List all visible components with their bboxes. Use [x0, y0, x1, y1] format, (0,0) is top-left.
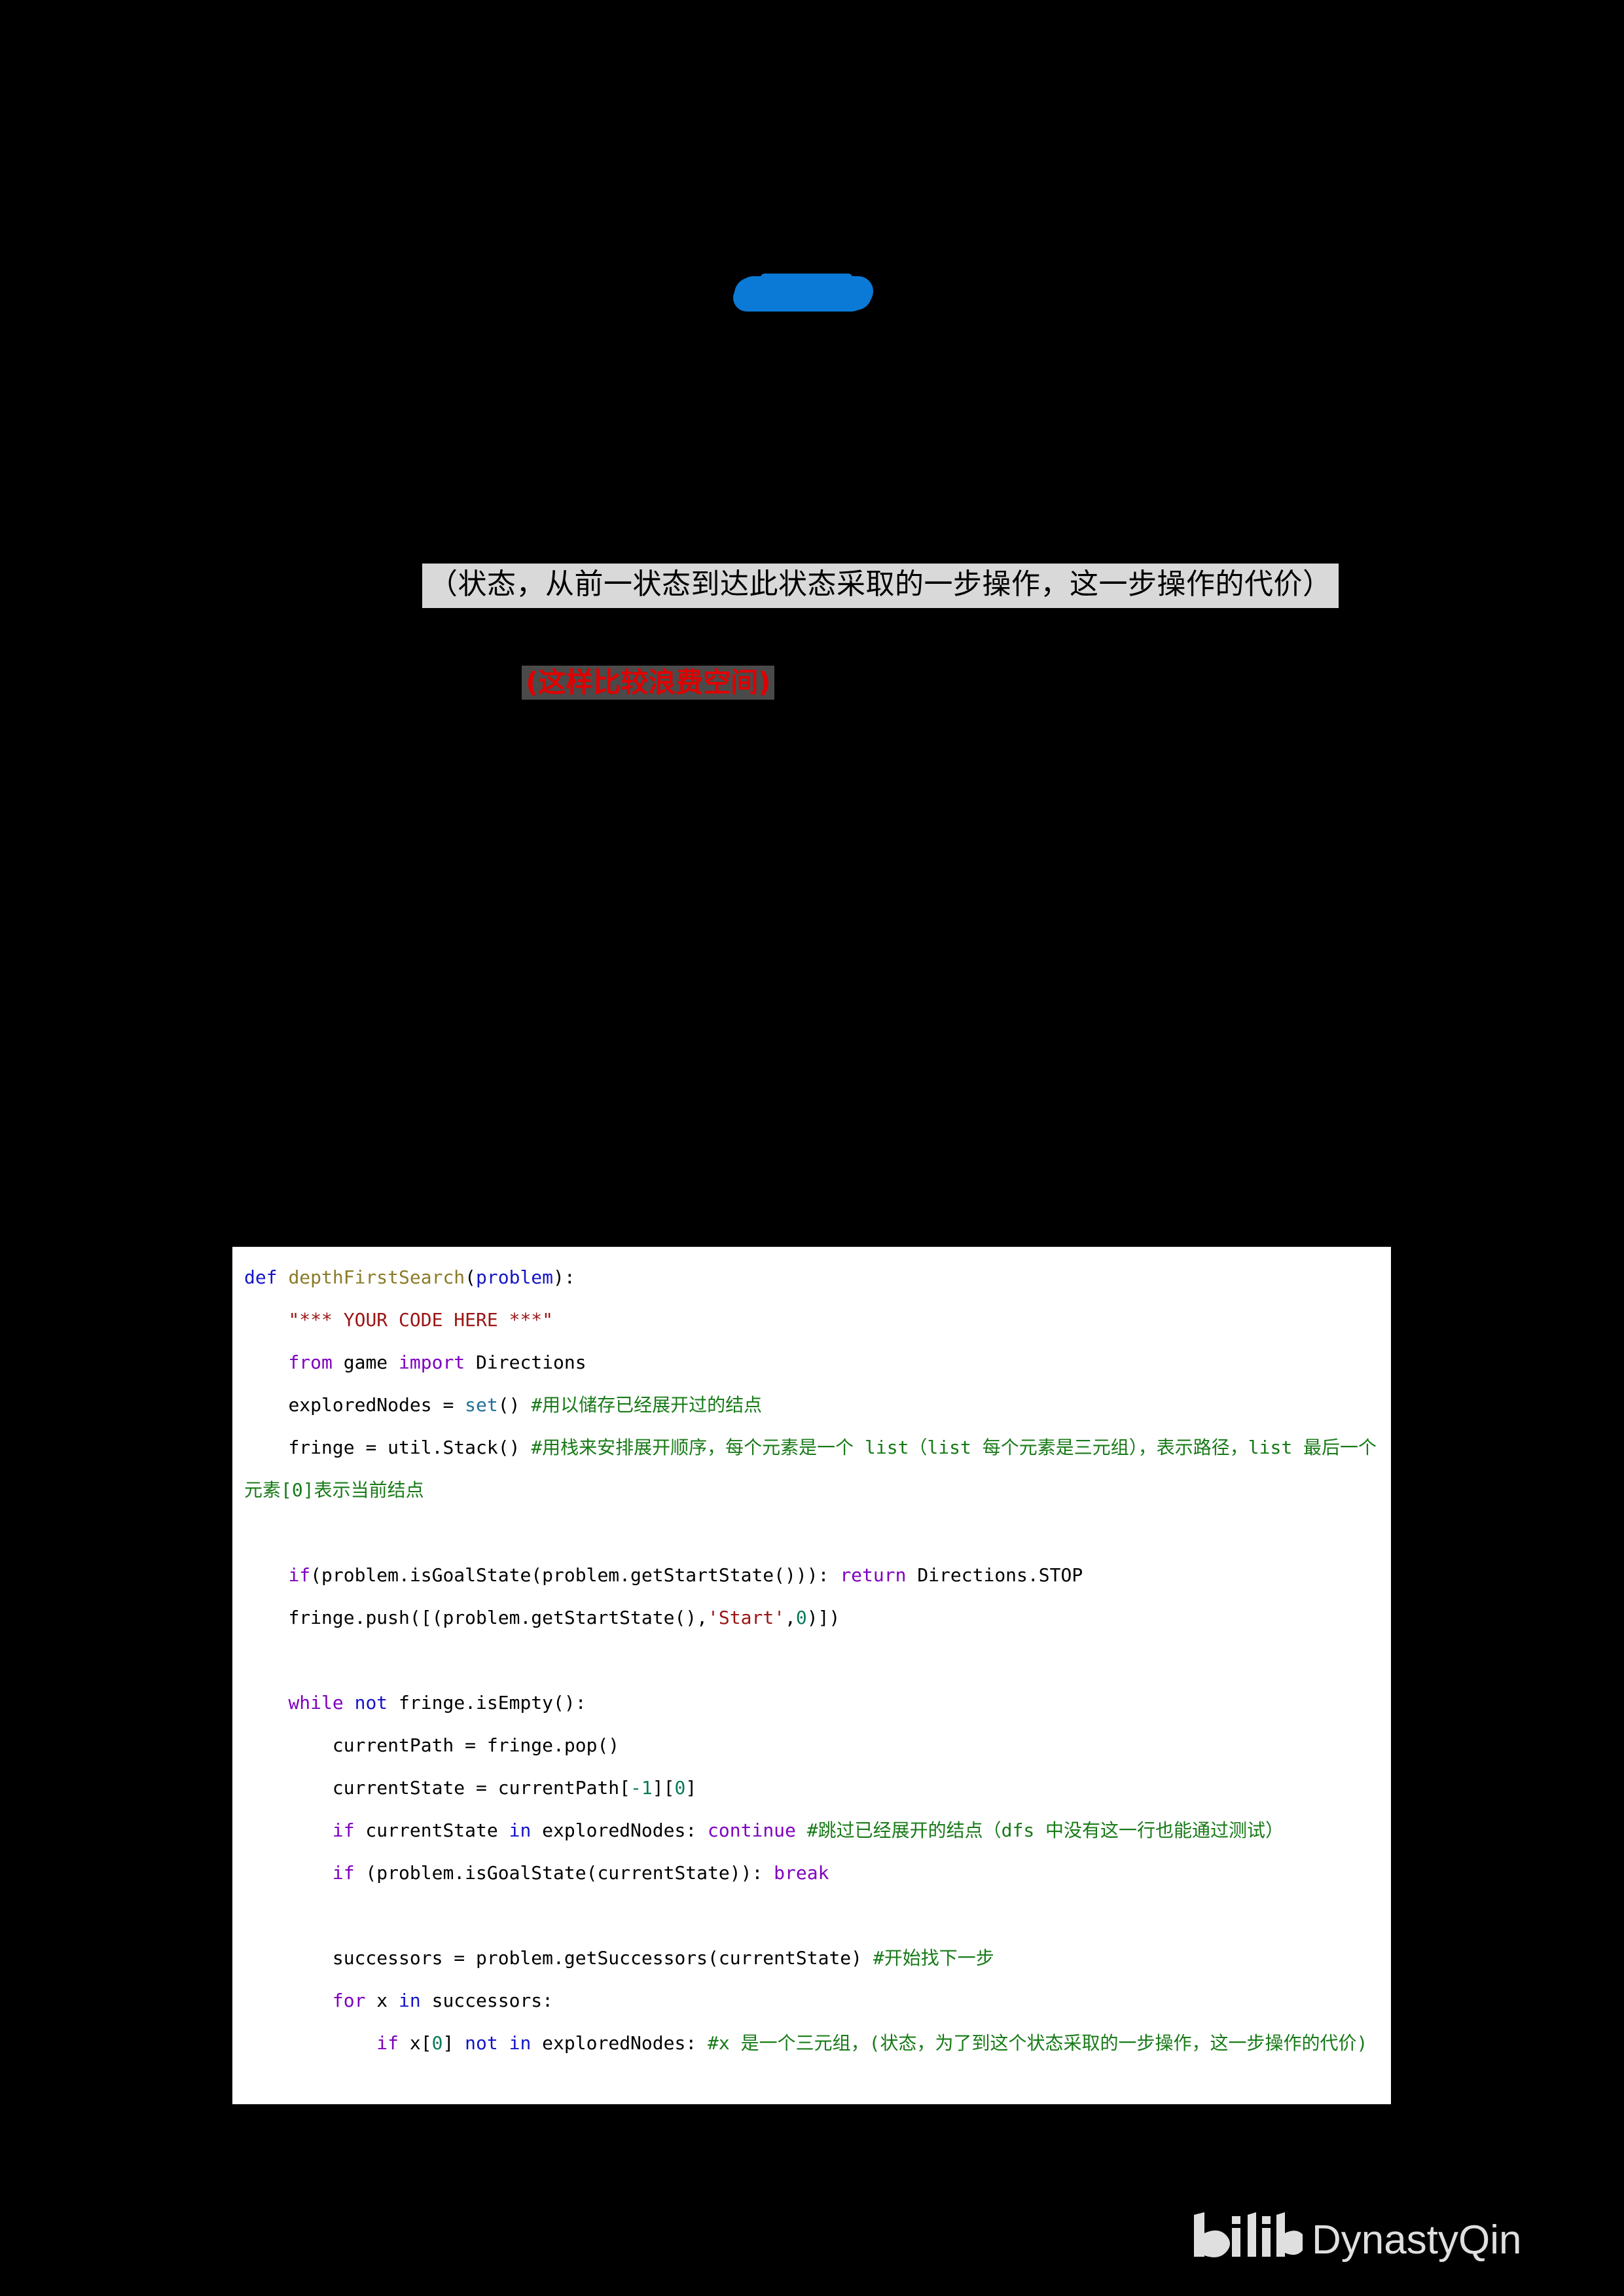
code-line: currentPath = fringe.pop() [244, 1724, 1379, 1767]
code-token: fringe.isEmpty(): [388, 1692, 586, 1713]
code-token: #x 是一个三元组，(状态，为了到这个状态采取的一步操作，这一步操作的代价) [708, 2032, 1368, 2054]
code-token: return [840, 1564, 907, 1586]
code-token: Directions [465, 1352, 586, 1373]
blue-highlight-redaction [734, 274, 872, 310]
code-line: for x in successors: [244, 1979, 1379, 2022]
code-token: ] [442, 2032, 465, 2054]
code-token: currentState [354, 1820, 509, 1841]
code-token: Directions.STOP [906, 1564, 1083, 1586]
code-token: #开始找下一步 [873, 1947, 994, 1969]
code-token: import [399, 1352, 465, 1373]
code-line: def depthFirstSearch(problem): [244, 1256, 1379, 1299]
code-line: "*** YOUR CODE HERE ***" [244, 1299, 1379, 1341]
code-line: fringe.push([(problem.getStartState(),'S… [244, 1596, 1379, 1639]
code-token: () [497, 1394, 532, 1416]
code-token: break [774, 1862, 829, 1884]
code-token: currentState = currentPath[ [244, 1777, 631, 1799]
code-token: continue [708, 1820, 796, 1841]
code-token: 0 [431, 2032, 443, 2054]
code-token: successors = problem.getSuccessors(curre… [244, 1947, 873, 1969]
code-line: while not fringe.isEmpty(): [244, 1681, 1379, 1724]
code-token: exploredNodes: [531, 1820, 708, 1841]
bilibili-logo [1191, 2211, 1303, 2261]
code-token: #用以储存已经展开过的结点 [531, 1394, 763, 1416]
code-line: exploredNodes = set() #用以储存已经展开过的结点 [244, 1384, 1379, 1426]
code-token: if [376, 2032, 399, 2054]
code-token: for [332, 1990, 366, 2011]
code-token: from [288, 1352, 333, 1373]
code-token: depthFirstSearch [288, 1266, 465, 1288]
code-token: , [785, 1607, 796, 1628]
code-token: ] [685, 1777, 697, 1799]
code-line: from game import Directions [244, 1341, 1379, 1384]
code-token: while [288, 1692, 344, 1713]
code-token: game [332, 1352, 399, 1373]
code-token: exploredNodes = [244, 1394, 465, 1416]
code-token: (problem.isGoalState(problem.getStartSta… [310, 1564, 840, 1586]
code-line: if currentState in exploredNodes: contin… [244, 1809, 1379, 1852]
red-annotation-text: (这样比较浪费空间) [526, 666, 771, 698]
code-line: if x[0] not in exploredNodes: #x 是一个三元组，… [244, 2022, 1379, 2064]
code-token: (problem.isGoalState(currentState)): [354, 1862, 774, 1884]
code-line: successors = problem.getSuccessors(curre… [244, 1937, 1379, 1979]
code-token: currentPath = fringe.pop() [244, 1734, 620, 1756]
code-token: #跳过已经展开的结点（dfs 中没有这一行也能通过测试） [806, 1820, 1284, 1841]
code-token: problem [476, 1266, 554, 1288]
code-token: ][ [652, 1777, 675, 1799]
code-token: 0 [674, 1777, 686, 1799]
watermark: DynastyQin [1191, 2211, 1521, 2261]
code-token: x [365, 1990, 399, 2011]
code-token: exploredNodes: [531, 2032, 708, 2054]
code-token: 0 [795, 1607, 807, 1628]
code-token: successors: [420, 1990, 554, 2011]
caption-banner: （状态，从前一状态到达此状态采取的一步操作，这一步操作的代价） [422, 564, 1339, 608]
code-line: currentState = currentPath[-1][0] [244, 1767, 1379, 1809]
code-token: in [509, 1820, 532, 1841]
code-token: fringe = util.Stack() [244, 1437, 532, 1458]
code-token: -1 [630, 1777, 653, 1799]
red-annotation-note: (这样比较浪费空间) [522, 666, 775, 700]
code-token: ( [465, 1266, 477, 1288]
caption-banner-text: （状态，从前一状态到达此状态采取的一步操作，这一步操作的代价） [429, 567, 1332, 601]
code-listing: def depthFirstSearch(problem): "*** YOUR… [232, 1247, 1391, 2064]
code-token: )]) [806, 1607, 840, 1628]
watermark-username: DynastyQin [1312, 2217, 1522, 2263]
code-token: set [465, 1394, 498, 1416]
code-token: if [332, 1820, 355, 1841]
code-token: "*** YOUR CODE HERE ***" [288, 1309, 554, 1331]
code-token: in [399, 1990, 421, 2011]
code-token: if [288, 1564, 311, 1586]
code-token: ): [553, 1266, 575, 1288]
code-token: x[ [399, 2032, 432, 2054]
code-line: fringe = util.Stack() #用栈来安排展开顺序，每个元素是一个… [244, 1426, 1379, 1511]
code-token: not [465, 2032, 498, 2054]
code-token: def [244, 1266, 278, 1288]
code-token: in [509, 2032, 532, 2054]
code-token: if [332, 1862, 355, 1884]
code-token: 'Start' [708, 1607, 785, 1628]
code-token: fringe.push([(problem.getStartState(), [244, 1607, 708, 1628]
code-line: if (problem.isGoalState(currentState)): … [244, 1852, 1379, 1894]
code-panel[interactable]: def depthFirstSearch(problem): "*** YOUR… [232, 1247, 1391, 2104]
code-line: if(problem.isGoalState(problem.getStartS… [244, 1554, 1379, 1596]
code-token: not [354, 1692, 388, 1713]
